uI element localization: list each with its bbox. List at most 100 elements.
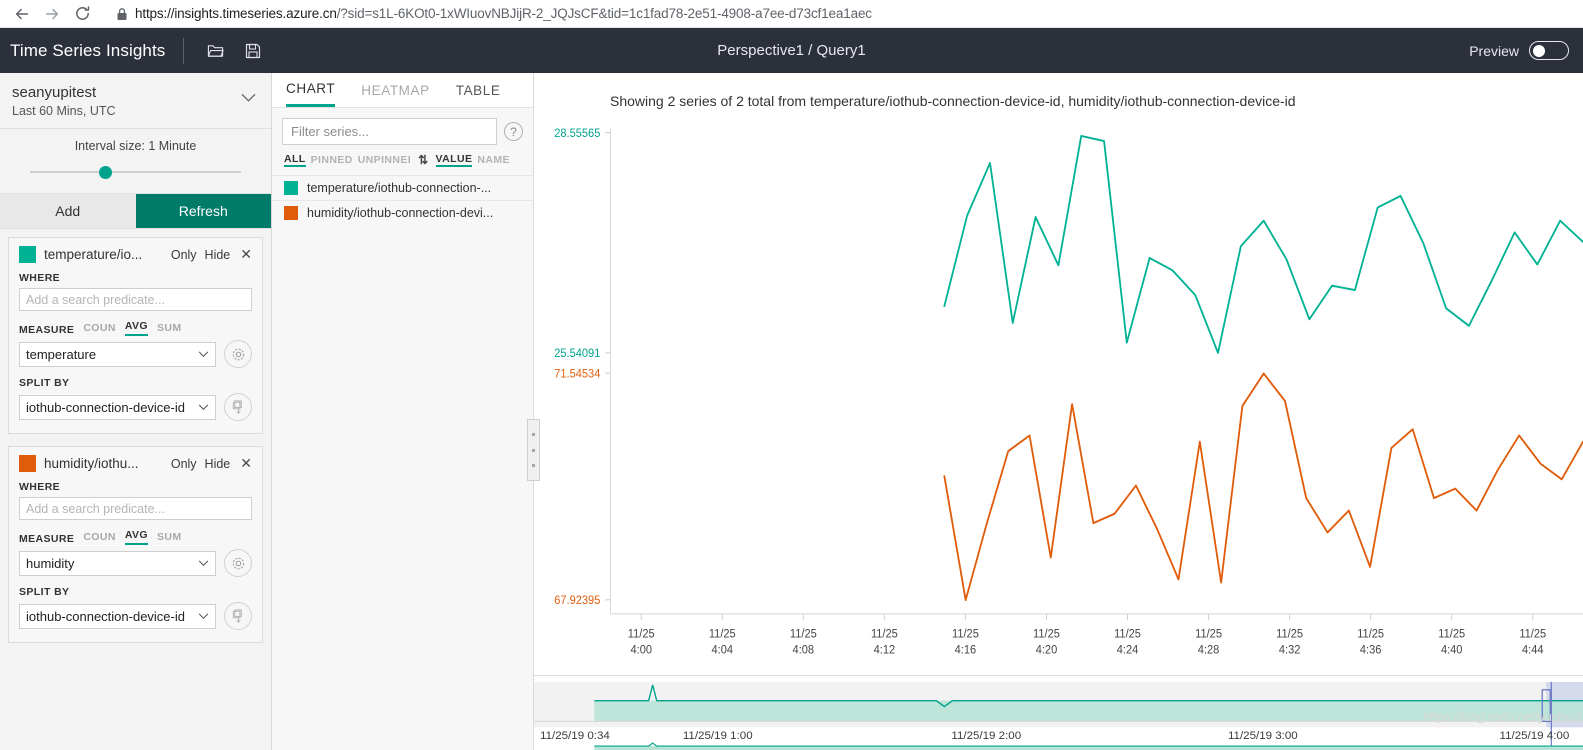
filter-unpinned[interactable]: UNPINNEI — [358, 154, 411, 166]
svg-text:4:28: 4:28 — [1198, 644, 1220, 656]
svg-text:4:20: 4:20 — [1036, 644, 1058, 656]
open-folder-icon[interactable] — [200, 36, 230, 66]
browser-toolbar: https://insights.timeseries.azure.cn/?si… — [0, 0, 1583, 28]
svg-text:25.54091: 25.54091 — [554, 348, 600, 360]
app-title: Time Series Insights — [10, 40, 166, 60]
svg-text:4:32: 4:32 — [1279, 644, 1301, 656]
agg-count-button[interactable]: COUN — [83, 531, 116, 545]
hide-button[interactable]: Hide — [205, 457, 231, 471]
refresh-button[interactable]: Refresh — [135, 194, 271, 228]
measure-select-row: temperature — [19, 340, 252, 368]
chevron-down-icon[interactable] — [237, 87, 259, 109]
sort-updown-icon[interactable]: ⇅ — [416, 153, 430, 167]
view-tabs: CHART HEATMAP TABLE — [272, 73, 533, 108]
only-button[interactable]: Only — [171, 457, 197, 471]
add-button[interactable]: Add — [0, 194, 136, 228]
list-item[interactable]: humidity/iothub-connection-devi... — [272, 200, 533, 225]
tab-chart[interactable]: CHART — [286, 73, 336, 107]
measure-select-row: humidity — [19, 549, 252, 577]
query-card: temperature/io... Only Hide ✕ WHERE MEAS… — [8, 237, 263, 434]
preview-toggle-group[interactable]: Preview — [1469, 41, 1569, 60]
measure-value: humidity — [26, 555, 75, 571]
agg-sum-button[interactable]: SUM — [157, 322, 182, 336]
drag-handle-icon[interactable] — [527, 419, 540, 481]
help-circle-icon[interactable]: ? — [504, 122, 523, 141]
split-by-select[interactable]: iothub-connection-device-id — [19, 603, 216, 629]
save-disk-icon[interactable] — [238, 36, 268, 66]
split-by-select-row: iothub-connection-device-id — [19, 393, 252, 421]
where-label: WHERE — [19, 481, 61, 493]
query-color-swatch[interactable] — [19, 246, 36, 263]
measure-label: MEASURE — [19, 533, 75, 545]
address-bar[interactable]: https://insights.timeseries.azure.cn/?si… — [104, 2, 1575, 25]
svg-text:11/25/19 1:00: 11/25/19 1:00 — [683, 730, 753, 742]
interval-slider[interactable] — [14, 165, 257, 179]
split-by-select-row: iothub-connection-device-id — [19, 602, 252, 630]
left-panel: seanyupitest Last 60 Mins, UTC Interval … — [0, 73, 272, 750]
filter-pinned[interactable]: PINNED — [311, 154, 353, 166]
where-label: WHERE — [19, 272, 61, 284]
series-label: humidity/iothub-connection-devi... — [307, 206, 494, 220]
svg-text:71.54534: 71.54534 — [554, 368, 601, 380]
svg-text:4:24: 4:24 — [1117, 644, 1139, 656]
hide-button[interactable]: Hide — [205, 248, 231, 262]
reload-icon[interactable] — [68, 2, 96, 26]
slider-thumb[interactable] — [99, 166, 112, 179]
svg-text:11/25: 11/25 — [1519, 628, 1546, 640]
svg-text:11/25: 11/25 — [1195, 628, 1222, 640]
forward-arrow-icon[interactable] — [38, 2, 66, 26]
preview-toggle[interactable] — [1529, 41, 1569, 60]
query-card: humidity/iothu... Only Hide ✕ WHERE MEAS… — [8, 446, 263, 643]
series-panel: CHART HEATMAP TABLE ? ALL PINNED UNPINNE… — [272, 73, 540, 750]
split-by-select[interactable]: iothub-connection-device-id — [19, 394, 216, 420]
clone-down-icon[interactable] — [224, 602, 252, 630]
timeline-svg[interactable]: 11/25/19 0:34 11/25/19 1:00 11/25/19 2:00 1… — [534, 676, 1583, 750]
time-range-label: Last 60 Mins, UTC — [12, 104, 116, 118]
agg-avg-button[interactable]: AVG — [124, 320, 149, 336]
filter-series-input[interactable] — [282, 118, 497, 145]
close-icon[interactable]: ✕ — [238, 455, 252, 472]
measure-select[interactable]: humidity — [19, 550, 216, 576]
line-chart[interactable]: 28.55565 25.54091 71.54534 67.92395 11/25 4:0… — [534, 109, 1583, 675]
gear-icon[interactable] — [224, 549, 252, 577]
main-layout: seanyupitest Last 60 Mins, UTC Interval … — [0, 73, 1583, 750]
agg-sum-button[interactable]: SUM — [157, 531, 182, 545]
split-by-value: iothub-connection-device-id — [26, 399, 185, 415]
url-path: /?sid=s1L-6KOt0-1xWIuovNBJijR-2_JQJsCF&t… — [336, 6, 872, 21]
clone-down-icon[interactable] — [224, 393, 252, 421]
environment-selector[interactable]: seanyupitest Last 60 Mins, UTC — [0, 73, 271, 129]
query-color-swatch[interactable] — [19, 455, 36, 472]
only-button[interactable]: Only — [171, 248, 197, 262]
tab-table[interactable]: TABLE — [456, 73, 501, 107]
filter-all[interactable]: ALL — [284, 153, 306, 167]
svg-text:11/25: 11/25 — [790, 628, 817, 640]
svg-text:11/25/19 4:00: 11/25/19 4:00 — [1500, 730, 1570, 742]
sort-by-name[interactable]: NAME — [477, 154, 510, 166]
query-header: humidity/iothu... Only Hide ✕ — [19, 455, 252, 472]
environment-text: seanyupitest Last 60 Mins, UTC — [12, 83, 237, 118]
agg-avg-button[interactable]: AVG — [124, 529, 149, 545]
where-input[interactable] — [19, 497, 252, 520]
handle-dot — [532, 464, 535, 468]
timeline-brush[interactable]: 11/25/19 0:34 11/25/19 1:00 11/25/19 2:00 1… — [534, 675, 1583, 750]
measure-row: MEASURE COUN AVG SUM — [19, 529, 252, 545]
sort-by-value[interactable]: VALUE — [435, 153, 473, 167]
where-input[interactable] — [19, 288, 252, 311]
svg-text:11/25: 11/25 — [1276, 628, 1303, 640]
lock-icon — [117, 7, 127, 20]
svg-text:11/25: 11/25 — [871, 628, 898, 640]
app-header: Time Series Insights Perspective1 / Quer… — [0, 28, 1583, 73]
gear-icon[interactable] — [224, 340, 252, 368]
back-arrow-icon[interactable] — [8, 2, 36, 26]
svg-text:4:40: 4:40 — [1441, 644, 1463, 656]
split-by-label: SPLIT BY — [19, 586, 70, 598]
list-item[interactable]: temperature/iothub-connection-... — [272, 175, 533, 200]
svg-text:11/25: 11/25 — [628, 628, 655, 640]
url-host: https://insights.timeseries.azure.cn — [135, 6, 337, 21]
tab-heatmap[interactable]: HEATMAP — [361, 73, 429, 107]
measure-select[interactable]: temperature — [19, 341, 216, 367]
svg-text:4:00: 4:00 — [630, 644, 652, 656]
close-icon[interactable]: ✕ — [238, 246, 252, 263]
url-text: https://insights.timeseries.azure.cn/?si… — [135, 6, 872, 21]
agg-count-button[interactable]: COUN — [83, 322, 116, 336]
